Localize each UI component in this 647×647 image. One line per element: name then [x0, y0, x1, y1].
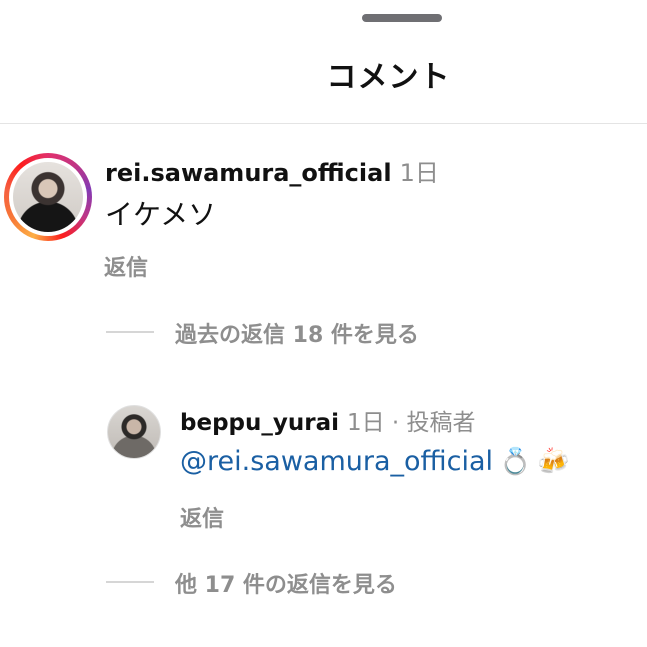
comment-text: イケメソ — [105, 198, 217, 231]
mention-link[interactable]: @rei.sawamura_official — [180, 446, 493, 477]
thread-line — [106, 331, 154, 333]
comment-time: 1日 — [399, 159, 439, 187]
reply-text: @rei.sawamura_official 💍 🍻 — [180, 446, 570, 477]
header-divider — [0, 123, 647, 124]
avatar-ring-inner — [9, 158, 87, 236]
reply-meta: 1日 · 投稿者 — [346, 410, 476, 436]
sheet-grabber[interactable] — [362, 14, 442, 22]
thread-line-2 — [106, 581, 154, 583]
comment-username-row: rei.sawamura_official 1日 — [105, 153, 439, 188]
beer-emoji-icon: 🍻 — [537, 447, 570, 477]
view-previous-replies-button[interactable]: 過去の返信 18 件を見る — [175, 317, 419, 349]
view-more-replies-button[interactable]: 他 17 件の返信を見る — [175, 567, 397, 599]
ring-emoji-icon: 💍 — [499, 447, 532, 477]
avatar-story-ring[interactable] — [4, 153, 92, 241]
reply-button[interactable]: 返信 — [104, 250, 148, 282]
reply-button-2[interactable]: 返信 — [180, 501, 224, 533]
comment-username[interactable]: rei.sawamura_official — [105, 159, 392, 187]
reply-username-row: beppu_yurai 1日 · 投稿者 — [180, 403, 476, 437]
reply-avatar[interactable] — [107, 405, 161, 459]
page-title: コメント — [326, 60, 451, 95]
reply-username[interactable]: beppu_yurai — [180, 410, 339, 436]
avatar[interactable] — [13, 162, 83, 232]
